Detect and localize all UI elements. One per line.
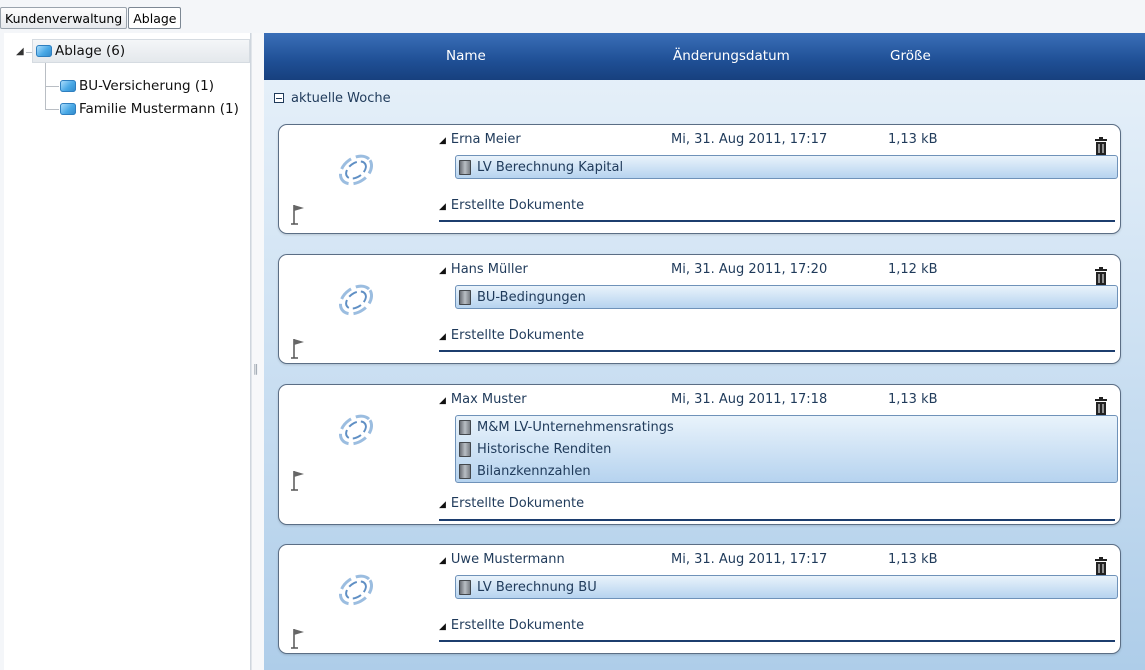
document-title: BU-Bedingungen: [477, 289, 586, 305]
top-tabs: Kundenverwaltung Ablage: [0, 7, 182, 31]
document-row[interactable]: ◢ Hans Müller Mi, 31. Aug 2011, 17:20 1,1…: [439, 262, 1119, 282]
document-row[interactable]: ◢ Uwe Mustermann Mi, 31. Aug 2011, 17:17 …: [439, 552, 1119, 572]
expand-arrow-icon[interactable]: ◢: [439, 136, 446, 146]
document-list-box: BU-Bedingungen: [455, 285, 1118, 309]
document-list-box: LV Berechnung Kapital: [455, 155, 1118, 179]
flag-icon[interactable]: [291, 337, 307, 359]
expand-arrow-icon[interactable]: ◢: [439, 332, 446, 342]
tab-ablage[interactable]: Ablage: [128, 7, 182, 29]
flag-icon[interactable]: [291, 203, 307, 225]
person-name: Erna Meier: [450, 132, 521, 147]
expand-arrow-icon[interactable]: ◢: [439, 556, 446, 566]
divider: [439, 350, 1115, 352]
folder-icon: [36, 45, 52, 57]
logo-icon: [338, 414, 374, 446]
document-icon: [459, 419, 471, 435]
created-documents-toggle[interactable]: ◢ Erstellte Dokumente: [439, 496, 584, 514]
created-documents-label: Erstellte Dokumente: [450, 328, 585, 343]
document-row[interactable]: ◢ Erna Meier Mi, 31. Aug 2011, 17:17 1,13…: [439, 132, 1119, 152]
document-icon: [459, 463, 471, 479]
created-documents-label: Erstellte Dokumente: [450, 618, 585, 633]
document-item[interactable]: LV Berechnung Kapital: [456, 156, 1117, 178]
document-title: Bilanzkennzahlen: [477, 463, 591, 479]
document-list: Name Änderungsdatum Größe aktuelle Woche…: [264, 33, 1145, 670]
document-row[interactable]: ◢ Max Muster Mi, 31. Aug 2011, 17:18 1,13…: [439, 392, 1119, 412]
modified-date: Mi, 31. Aug 2011, 17:18: [671, 392, 828, 407]
modified-date: Mi, 31. Aug 2011, 17:17: [671, 132, 828, 147]
file-size: 1,13 kB: [888, 392, 938, 407]
logo-icon: [338, 284, 374, 316]
folder-icon: [60, 103, 76, 115]
logo-icon: [338, 154, 374, 186]
flag-icon[interactable]: [291, 469, 307, 491]
document-card: ◢ Erna Meier Mi, 31. Aug 2011, 17:17 1,13…: [278, 124, 1121, 234]
document-title: M&M LV-Unternehmensratings: [477, 419, 674, 435]
tree-node-ablage[interactable]: Ablage (6): [32, 39, 250, 63]
trash-icon[interactable]: [1094, 397, 1108, 415]
group-header: aktuelle Woche: [274, 89, 391, 107]
folder-tree: ◢ Ablage (6) BU-Versicherung (1) Familie…: [4, 33, 251, 670]
document-title: Historische Renditen: [477, 441, 612, 457]
document-item[interactable]: M&M LV-Unternehmensratings: [456, 416, 1117, 438]
expand-arrow-icon[interactable]: ◢: [439, 202, 446, 212]
expand-arrow-icon[interactable]: ◢: [439, 396, 446, 406]
column-size[interactable]: Größe: [890, 48, 931, 64]
person-name: Hans Müller: [450, 262, 528, 277]
modified-date: Mi, 31. Aug 2011, 17:20: [671, 262, 828, 277]
created-documents-label: Erstellte Dokumente: [450, 496, 585, 511]
expand-arrow-icon[interactable]: ◢: [439, 500, 446, 510]
tree-node-bu-versicherung[interactable]: BU-Versicherung (1): [60, 74, 214, 98]
document-item[interactable]: BU-Bedingungen: [456, 286, 1117, 308]
document-icon: [459, 579, 471, 595]
document-list-box: LV Berechnung BU: [455, 575, 1118, 599]
document-card: ◢ Hans Müller Mi, 31. Aug 2011, 17:20 1,1…: [278, 254, 1121, 364]
tree-node-label: BU-Versicherung (1): [79, 78, 214, 94]
column-header: Name Änderungsdatum Größe: [264, 33, 1145, 80]
document-list-box: M&M LV-Unternehmensratings Historische R…: [455, 415, 1118, 483]
document-item[interactable]: LV Berechnung BU: [456, 576, 1117, 598]
document-icon: [459, 289, 471, 305]
created-documents-toggle[interactable]: ◢ Erstellte Dokumente: [439, 618, 584, 636]
group-label: aktuelle Woche: [291, 90, 391, 106]
tree-node-label: Familie Mustermann (1): [79, 101, 239, 117]
logo-icon: [338, 574, 374, 606]
tree-node-label: Ablage (6): [55, 43, 126, 59]
collapse-icon[interactable]: [274, 93, 284, 103]
splitter-grip-icon[interactable]: ||: [253, 362, 259, 375]
expand-arrow-icon[interactable]: ◢: [439, 266, 446, 276]
document-card: ◢ Uwe Mustermann Mi, 31. Aug 2011, 17:17 …: [278, 544, 1121, 654]
tree-node-familie-mustermann[interactable]: Familie Mustermann (1): [60, 97, 239, 121]
expand-arrow-icon[interactable]: ◢: [16, 46, 24, 57]
column-name[interactable]: Name: [446, 48, 486, 64]
person-name: Max Muster: [450, 392, 527, 407]
file-size: 1,12 kB: [888, 262, 938, 277]
tab-kundenverwaltung[interactable]: Kundenverwaltung: [0, 7, 128, 29]
divider: [439, 220, 1115, 222]
trash-icon[interactable]: [1094, 137, 1108, 155]
column-date[interactable]: Änderungsdatum: [673, 48, 790, 64]
divider: [439, 640, 1115, 642]
folder-icon: [60, 80, 76, 92]
document-title: LV Berechnung Kapital: [477, 159, 624, 175]
document-title: LV Berechnung BU: [477, 579, 597, 595]
modified-date: Mi, 31. Aug 2011, 17:17: [671, 552, 828, 567]
file-size: 1,13 kB: [888, 132, 938, 147]
document-item[interactable]: Bilanzkennzahlen: [456, 460, 1117, 482]
document-icon: [459, 159, 471, 175]
document-item[interactable]: Historische Renditen: [456, 438, 1117, 460]
expand-arrow-icon[interactable]: ◢: [439, 622, 446, 632]
file-size: 1,13 kB: [888, 552, 938, 567]
pane-splitter[interactable]: [251, 33, 264, 670]
person-name: Uwe Mustermann: [450, 552, 565, 567]
document-card: ◢ Max Muster Mi, 31. Aug 2011, 17:18 1,13…: [278, 384, 1121, 525]
created-documents-label: Erstellte Dokumente: [450, 198, 585, 213]
flag-icon[interactable]: [291, 627, 307, 649]
trash-icon[interactable]: [1094, 557, 1108, 575]
trash-icon[interactable]: [1094, 267, 1108, 285]
document-icon: [459, 441, 471, 457]
divider: [439, 519, 1115, 521]
created-documents-toggle[interactable]: ◢ Erstellte Dokumente: [439, 198, 584, 216]
created-documents-toggle[interactable]: ◢ Erstellte Dokumente: [439, 328, 584, 346]
